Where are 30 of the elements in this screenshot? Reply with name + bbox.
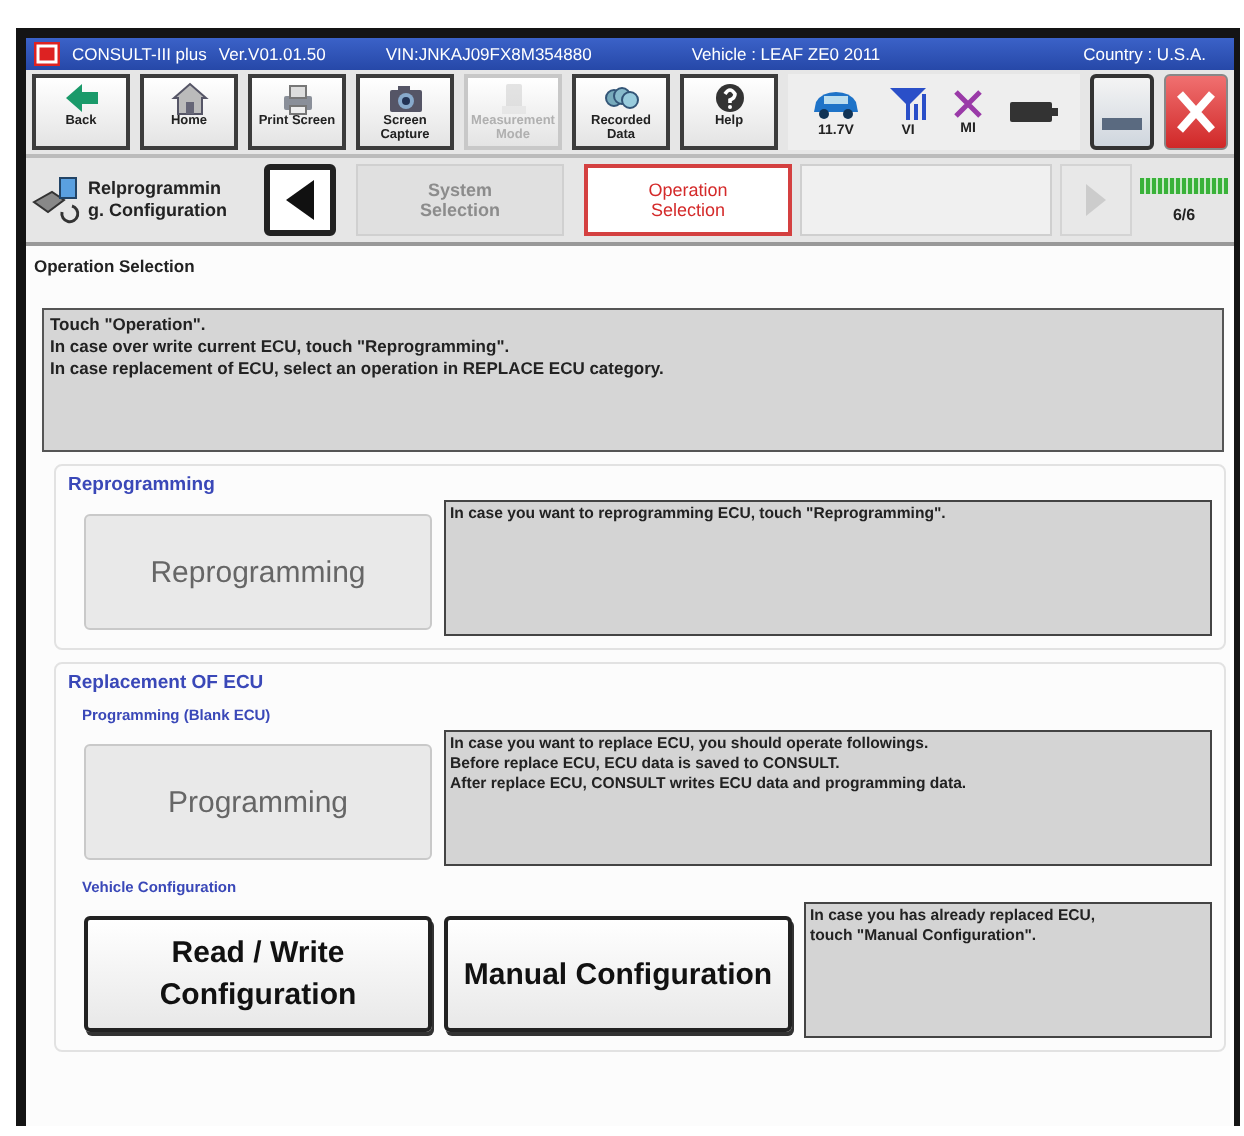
screen-title: Operation Selection — [32, 254, 197, 276]
home-icon — [169, 80, 209, 116]
left-arrow-icon — [286, 180, 314, 220]
section-title: Replacement OF ECU — [68, 672, 266, 694]
operation-button[interactable]: Read / Write Configuration — [84, 916, 432, 1032]
close-button[interactable] — [1164, 74, 1228, 150]
battery-icon — [1010, 100, 1058, 124]
app-logo-icon — [34, 42, 60, 66]
close-icon — [1176, 90, 1216, 134]
step-tab[interactable]: Operation Selection — [584, 164, 792, 236]
back-arrow-icon — [61, 80, 101, 116]
app-name: CONSULT-III plus — [72, 44, 207, 64]
car-icon — [810, 87, 862, 119]
instruction-box: Touch "Operation". In case over write current ECU, touch "Reprogramming". In case replacement of ECU, select an operation in REPLACE ECU category. — [42, 308, 1224, 452]
vin-label: VIN:JNKAJ09FX8M354880 — [385, 44, 592, 64]
progress-reading: 6/6 — [1172, 205, 1196, 223]
section-title: Reprogramming — [68, 474, 217, 496]
camera-icon — [385, 80, 425, 116]
vehicle-label: Vehicle : LEAF ZE0 2011 — [691, 44, 881, 64]
minimize-button[interactable] — [1090, 74, 1154, 150]
wrench-icon — [32, 174, 80, 226]
version-label: Ver.V01.01.50 — [218, 44, 326, 64]
minimize-icon — [1102, 118, 1142, 130]
signal-icon — [890, 87, 926, 119]
cross-icon — [954, 89, 982, 117]
country-label: Country : U.S.A. — [1083, 44, 1206, 64]
right-arrow-icon — [1086, 184, 1106, 216]
operation-button[interactable]: Manual Configuration — [444, 916, 792, 1032]
back-button[interactable] — [264, 164, 336, 236]
function-name: Relprogrammin g. Configuration — [88, 177, 229, 223]
